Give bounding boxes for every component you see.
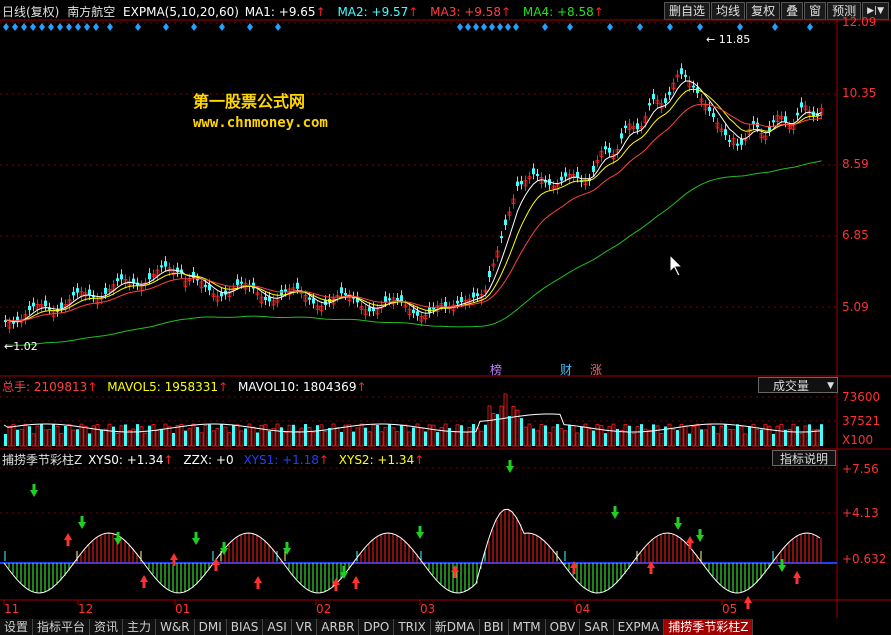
high-price-label: ← 11.85 [706,33,751,46]
indicator-tab[interactable]: BIAS [226,619,264,635]
time-axis-label: 12 [78,602,94,616]
indicator-tab[interactable]: TRIX [394,619,431,635]
indicator-title: 捕捞季节彩柱Z [2,453,83,467]
time-axis: 11 12 01 02 03 04 05 [0,600,891,618]
volume-indicator-dropdown[interactable]: 成交量 ▼ [758,377,838,393]
up-arrow-icon [352,576,360,583]
time-axis-label: 11 [4,602,20,616]
price-axis-label: 10.35 [842,86,877,100]
indicator-explain-button[interactable]: 指标说明 [772,450,836,466]
event-flag-list[interactable]: 榜 [490,361,502,378]
up-arrow-icon: ↑ [218,380,229,394]
indicator-tab[interactable]: OBV [545,619,581,635]
indicator-tab[interactable]: SAR [580,619,614,635]
up-arrow-icon [793,571,801,578]
down-arrow-icon [416,532,424,539]
indicator-tab-bar: 设置 指标平台 资讯 主力 W&R DMI BIAS ASI VR ARBR DPO TRIX 新DMA… [0,619,891,635]
time-axis-label: 04 [575,602,591,616]
down-arrow-icon [696,535,704,542]
dropdown-label: 成交量 [773,379,810,393]
chevron-down-icon: ▼ [827,381,834,391]
xys0-value: XYS0: +1.34 [88,453,164,467]
ema-line [5,80,822,323]
price-axis-label: 12.09 [842,15,877,29]
indicator-header: 捕捞季节彩柱Z XYS0: +1.34↑ ZZX: +0 XYS1: +1.18… [2,451,424,468]
volume-axis-label: 37521 [842,414,881,428]
chart-canvas[interactable] [0,0,891,635]
low-price-label: ←1.02 [4,340,38,353]
xys1-value: XYS1: +1.18 [243,453,319,467]
event-flag-rise[interactable]: 涨 [590,361,602,378]
up-arrow-icon: ↑ [356,380,367,394]
down-arrow-icon [506,466,514,473]
time-axis-label: 03 [420,602,436,616]
down-arrow-icon [192,538,200,545]
mavol10-value: MAVOL10: 1804369 [237,380,357,394]
time-axis-label: 05 [722,602,738,616]
indicator-tab[interactable]: 设置 [0,619,34,635]
event-flag-finance[interactable]: 财 [560,361,572,378]
time-axis-label: 01 [175,602,191,616]
volume-total: 总手: 2109813 [2,380,88,394]
indicator-tab[interactable]: 资讯 [90,619,124,635]
price-axis-label: 8.59 [842,157,869,171]
price-axis-label: 5.09 [842,300,869,314]
watermark-url: www.chnmoney.com [193,115,328,131]
ema-line [5,103,822,322]
up-arrow-icon: ↑ [318,453,329,467]
indicator-axis-label: +7.56 [842,462,879,476]
indicator-tab[interactable]: 捕捞季节彩柱Z [664,619,754,635]
volume-header: 总手: 2109813↑ MAVOL5: 1958331↑ MAVOL10: 1… [2,378,367,395]
up-arrow-icon [686,536,694,543]
up-arrow-icon: ↑ [87,380,98,394]
indicator-tab[interactable]: 主力 [123,619,157,635]
up-arrow-icon [64,533,72,540]
up-arrow-icon [140,575,148,582]
up-arrow-icon [170,553,178,560]
indicator-axis-label: +0.632 [842,552,887,566]
mavol5-value: MAVOL5: 1958331 [107,380,219,394]
up-arrow-icon [451,565,459,572]
down-arrow-icon [283,548,291,555]
down-arrow-icon [778,565,786,572]
mouse-cursor-icon [669,253,684,277]
up-arrow-icon: ↑ [414,453,425,467]
down-arrow-icon [611,512,619,519]
xys2-value: XYS2: +1.34 [338,453,415,467]
up-arrow-icon [254,576,262,583]
indicator-tab[interactable]: VR [291,619,318,635]
indicator-tab[interactable]: 指标平台 [33,619,91,635]
indicator-tab[interactable]: EXPMA [613,619,665,635]
indicator-axis-label: +4.13 [842,506,879,520]
indicator-tab[interactable]: MTM [508,619,546,635]
volume-axis-label: X100 [842,433,874,447]
down-arrow-icon [78,522,86,529]
indicator-tab[interactable]: ARBR [317,619,360,635]
indicator-tab[interactable]: DPO [359,619,395,635]
price-axis-label: 6.85 [842,228,869,242]
indicator-tab[interactable]: BBI [479,619,509,635]
indicator-tab[interactable]: 新DMA [430,619,480,635]
ema-line [5,88,822,322]
down-arrow-icon [674,523,682,530]
indicator-tab[interactable]: DMI [194,619,227,635]
time-axis-label: 02 [316,602,332,616]
indicator-tab[interactable]: W&R [156,619,195,635]
volume-axis-label: 73600 [842,390,881,404]
zzx-value: ZZX: +0 [183,453,234,467]
indicator-tab[interactable]: ASI [263,619,292,635]
indicator-line [3,508,821,594]
up-arrow-icon: ↑ [163,453,174,467]
down-arrow-icon [30,490,38,497]
watermark-title: 第一股票公式网 [193,92,306,111]
